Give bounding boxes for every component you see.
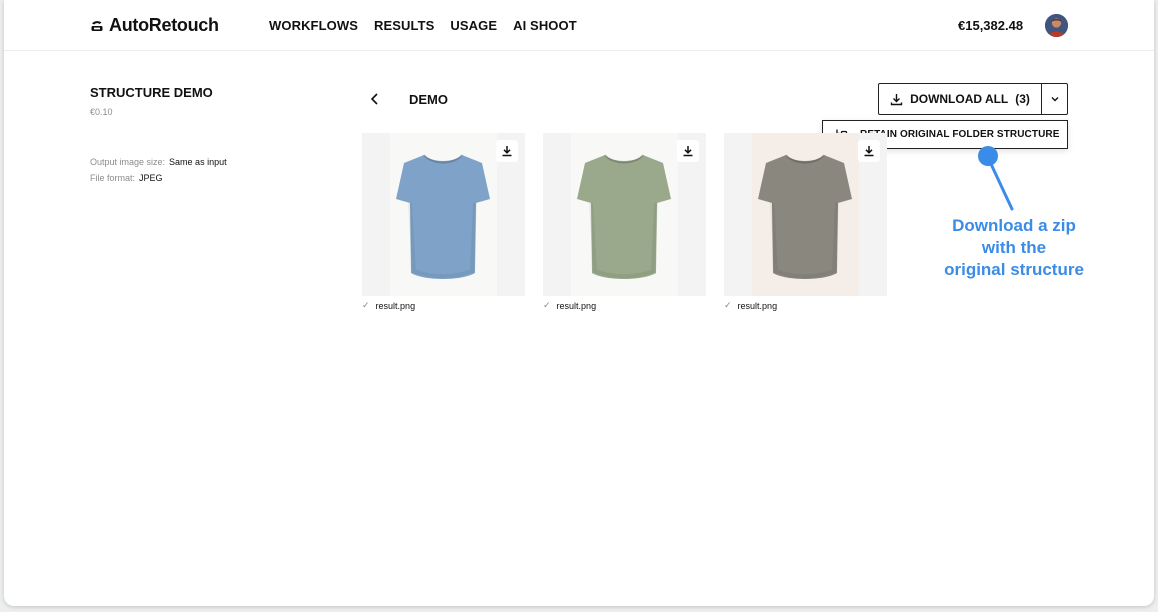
back-button[interactable]: [366, 90, 384, 108]
result-card[interactable]: ✓ result.png: [724, 133, 887, 311]
callout-line-1: Download a zip: [952, 216, 1076, 235]
check-icon: ✓: [543, 300, 551, 310]
result-thumbnail[interactable]: [543, 133, 706, 296]
download-icon: [890, 93, 903, 105]
autoretouch-logo-icon: [91, 20, 103, 31]
chevron-down-icon: [1051, 97, 1058, 102]
callout-line-3: original structure: [944, 260, 1084, 279]
workflow-price: €0.10: [90, 107, 113, 117]
download-all-split-button: DOWNLOAD ALL (3): [878, 83, 1068, 115]
download-all-label: DOWNLOAD ALL: [910, 92, 1009, 106]
result-caption: ✓ result.png: [724, 300, 887, 311]
thumbnail-download-button[interactable]: [496, 140, 518, 162]
output-size-label: Output image size:: [90, 157, 166, 167]
result-filename: result.png: [737, 300, 778, 311]
result-card[interactable]: ✓ result.png: [362, 133, 525, 311]
download-icon: [864, 146, 874, 157]
chevron-left-icon: [370, 93, 378, 105]
result-thumbnail[interactable]: [362, 133, 525, 296]
workflow-name: STRUCTURE DEMO: [90, 85, 213, 100]
callout-text: Download a zip with the original structu…: [934, 215, 1094, 281]
account-balance[interactable]: €15,382.48: [958, 18, 1023, 33]
output-size-row: Output image size: Same as input: [90, 157, 227, 167]
user-avatar[interactable]: [1045, 14, 1068, 37]
check-icon: ✓: [362, 300, 370, 310]
retain-folder-structure-label: RETAIN ORIGINAL FOLDER STRUCTURE: [860, 129, 1060, 140]
file-format-label: File format:: [90, 173, 136, 183]
result-filename: result.png: [375, 300, 416, 311]
main-nav: WORKFLOWS RESULTS USAGE AI SHOOT: [269, 18, 577, 33]
nav-workflows[interactable]: WORKFLOWS: [269, 18, 358, 33]
download-count: (3): [1015, 92, 1030, 106]
avatar-portrait-icon: [1045, 14, 1068, 37]
thumbnail-download-button[interactable]: [677, 140, 699, 162]
output-size-value: Same as input: [169, 157, 227, 167]
result-thumbnail[interactable]: [724, 133, 887, 296]
nav-results[interactable]: RESULTS: [374, 18, 434, 33]
download-icon: [502, 146, 512, 157]
callout-dot: [978, 146, 998, 166]
result-filename: result.png: [556, 300, 597, 311]
app-window: AutoRetouch WORKFLOWS RESULTS USAGE AI S…: [4, 0, 1154, 606]
brand-logo[interactable]: AutoRetouch: [90, 15, 219, 36]
top-navigation-bar: AutoRetouch WORKFLOWS RESULTS USAGE AI S…: [4, 0, 1154, 51]
nav-ai-shoot[interactable]: AI SHOOT: [513, 18, 577, 33]
callout-line: [989, 162, 1014, 211]
brand-name: AutoRetouch: [109, 15, 219, 35]
callout-line-2: with the: [981, 238, 1047, 257]
result-caption: ✓ result.png: [543, 300, 706, 311]
folder-title: DEMO: [409, 92, 448, 107]
result-card[interactable]: ✓ result.png: [543, 133, 706, 311]
thumbnail-download-button[interactable]: [858, 140, 880, 162]
download-options-toggle[interactable]: [1042, 84, 1067, 114]
file-format-row: File format: JPEG: [90, 173, 163, 183]
file-format-value: JPEG: [139, 173, 163, 183]
callout-pointer: [978, 146, 1014, 211]
result-caption: ✓ result.png: [362, 300, 525, 311]
nav-usage[interactable]: USAGE: [450, 18, 497, 33]
download-icon: [683, 146, 693, 157]
download-all-button[interactable]: DOWNLOAD ALL (3): [879, 84, 1042, 114]
check-icon: ✓: [724, 300, 732, 310]
